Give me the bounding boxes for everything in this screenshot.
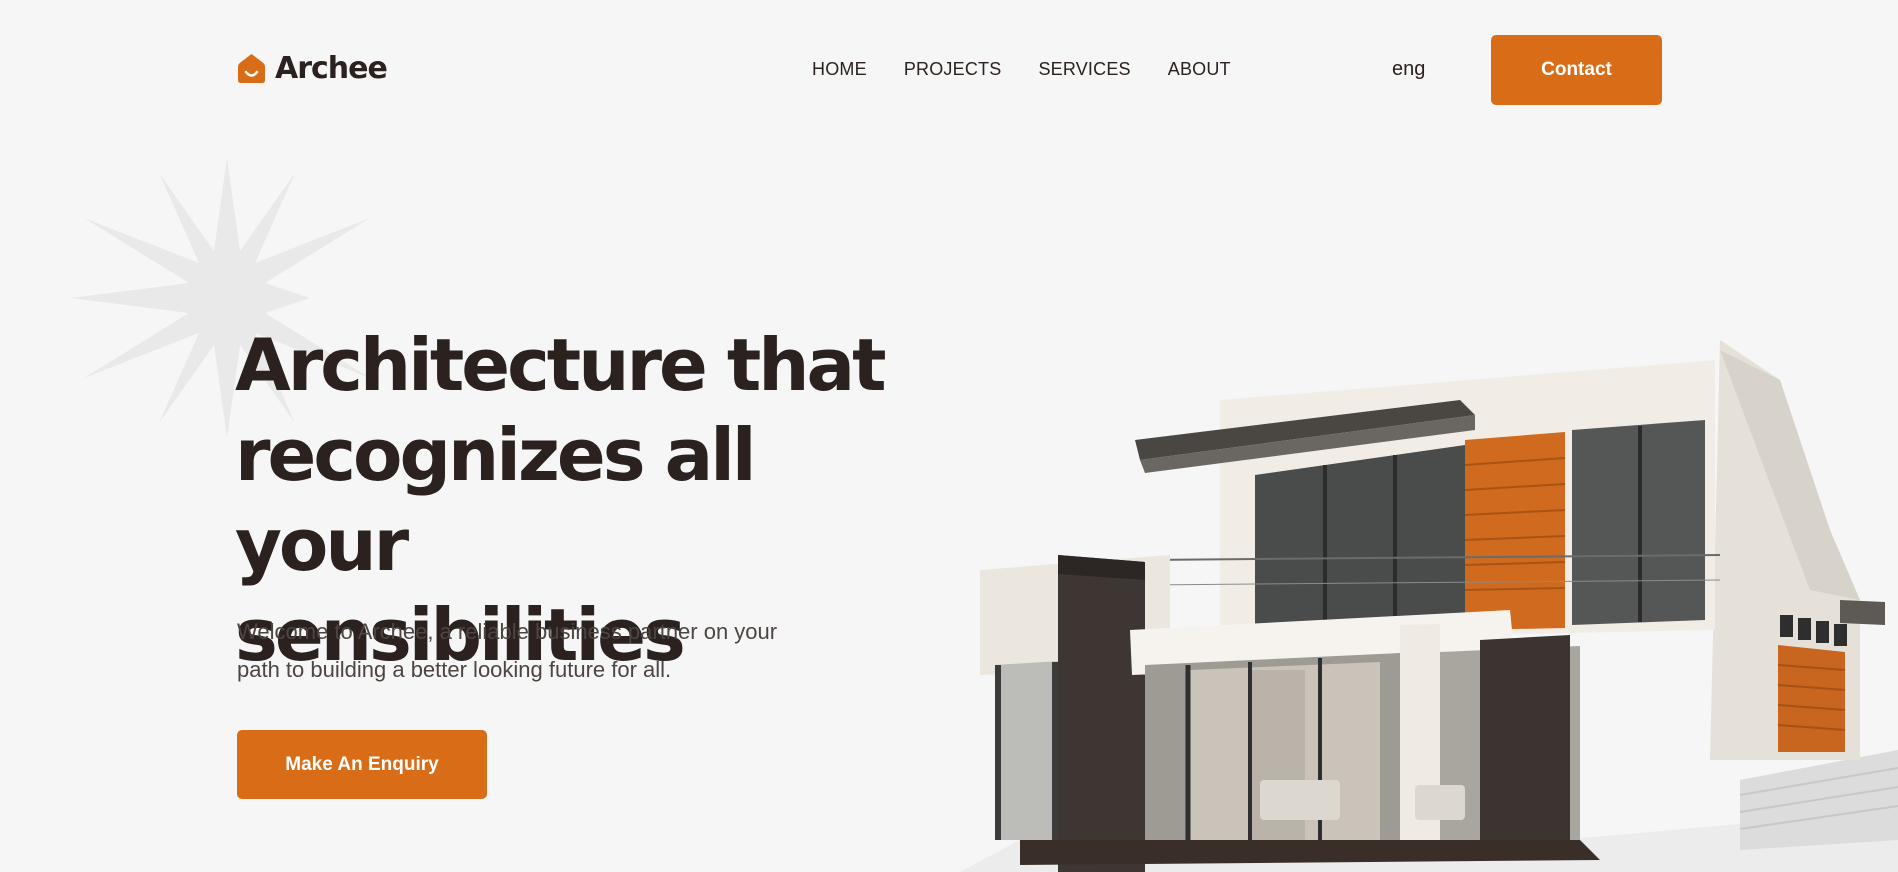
brand-name: Archee (275, 50, 388, 86)
nav-link-projects[interactable]: PROJECTS (904, 59, 1002, 80)
language-selector[interactable]: eng (1392, 58, 1425, 81)
house-illustration (960, 340, 1898, 872)
house-smile-icon (238, 54, 265, 83)
contact-button[interactable]: Contact (1491, 35, 1662, 105)
nav-link-about[interactable]: ABOUT (1168, 59, 1231, 80)
make-enquiry-button[interactable]: Make An Enquiry (237, 730, 487, 799)
landing-page: Archee HOME PROJECTS SERVICES ABOUT eng … (0, 0, 1898, 872)
hero-title-line: Architecture that (235, 323, 887, 407)
nav-link-services[interactable]: SERVICES (1038, 59, 1130, 80)
main-nav: HOME PROJECTS SERVICES ABOUT (812, 59, 1231, 80)
hero-subtitle-line: Welcome to Archee, a reliable business p… (237, 619, 778, 644)
hero-title-line: recognizes all your (235, 413, 757, 587)
brand-logo[interactable]: Archee (237, 50, 388, 86)
hero-subtitle-line: path to building a better looking future… (237, 657, 672, 682)
hero-subtitle: Welcome to Archee, a reliable business p… (237, 613, 797, 689)
nav-link-home[interactable]: HOME (812, 59, 867, 80)
